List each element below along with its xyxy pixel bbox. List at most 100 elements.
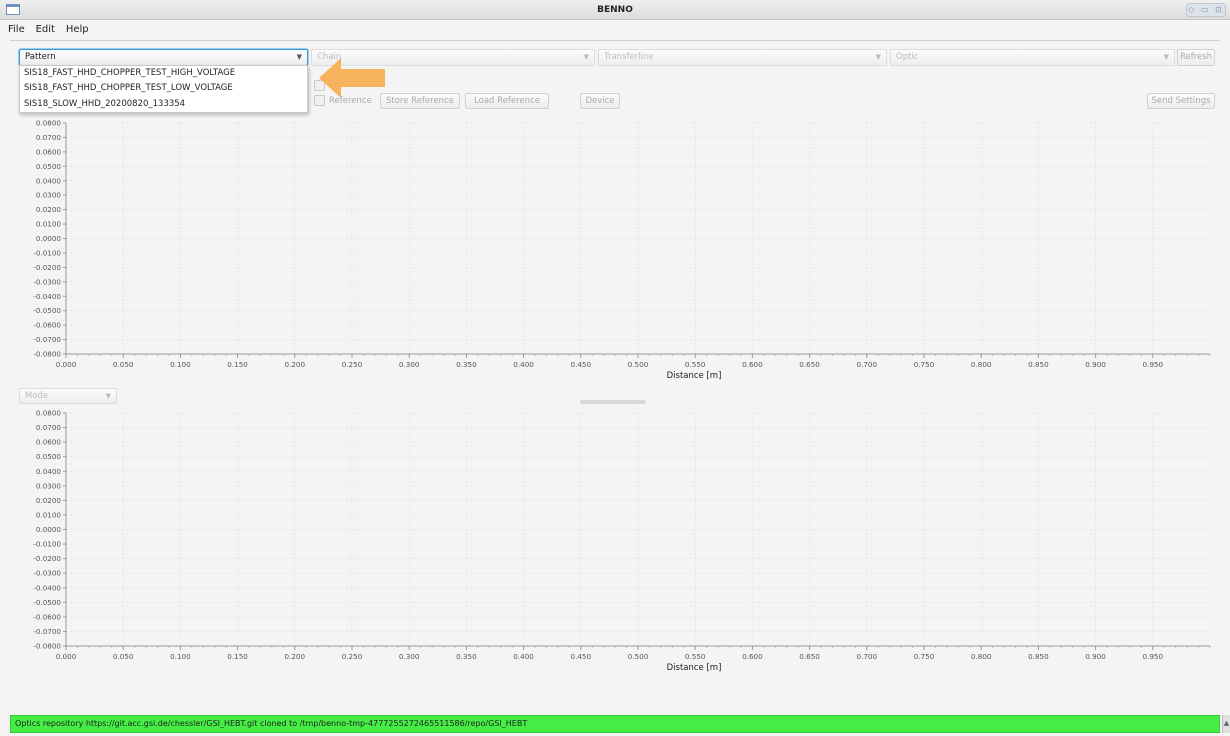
store-reference-button[interactable]: Store Reference — [380, 93, 460, 109]
y-tick-label: 0.0500 — [36, 162, 62, 171]
lower-plot[interactable]: 0.0800 0.0700 0.0600 0.0500 0.0400 0.0300 0.02… — [10, 408, 1220, 680]
x-tick-label: 0.250 — [342, 652, 363, 661]
y-tick-label: 0.0100 — [36, 510, 62, 519]
y-tick-label: -0.0400 — [33, 583, 61, 592]
y-tick-label: 0.0800 — [36, 119, 62, 128]
x-tick-label: 0.750 — [914, 652, 935, 661]
y-tick-label: 0.0000 — [36, 525, 62, 534]
y-tick-label: 0.0400 — [36, 467, 62, 476]
send-settings-button[interactable]: Send Settings — [1147, 93, 1215, 109]
x-tick-label: 0.600 — [742, 652, 763, 661]
pattern-option[interactable]: SIS18_SLOW_HHD_20200820_133354 — [20, 97, 307, 112]
x-tick-label: 0.800 — [971, 360, 992, 369]
y-tick-label: 0.0200 — [36, 205, 62, 214]
x-tick-label: 0.300 — [399, 360, 420, 369]
upper-plot[interactable]: 0.0800 0.0700 0.0600 0.0500 0.0400 0.0300 0.02… — [10, 118, 1220, 388]
menu-edit[interactable]: Edit — [32, 20, 59, 40]
refresh-button[interactable]: Refresh — [1177, 49, 1215, 66]
x-tick-label: 0.800 — [971, 652, 992, 661]
y-tick-label: 0.0300 — [36, 481, 62, 490]
x-tick-label: 0.650 — [799, 360, 820, 369]
x-tick-label: 0.500 — [628, 652, 649, 661]
chevron-down-icon: ▼ — [583, 53, 589, 61]
x-tick-label: 0.550 — [685, 360, 706, 369]
scroll-up-icon[interactable]: ▲ — [1222, 715, 1230, 733]
x-tick-label: 0.650 — [799, 652, 820, 661]
y-tick-label: 0.0600 — [36, 147, 62, 156]
y-tick-label: -0.0300 — [33, 569, 61, 578]
x-tick-label: 0.350 — [456, 360, 477, 369]
lower-chart-svg: 0.0800 0.0700 0.0600 0.0500 0.0400 0.0300 0.02… — [33, 409, 1211, 673]
x-tick-label: 0.150 — [227, 652, 248, 661]
y-tick-label: -0.0600 — [33, 612, 61, 621]
menu-help[interactable]: Help — [62, 20, 93, 40]
y-tick-label: 0.0800 — [36, 409, 62, 418]
pattern-selected: Pattern — [25, 52, 56, 62]
transferline-placeholder: Transferline — [604, 52, 654, 62]
annotation-arrow-icon — [319, 58, 385, 98]
x-axis-title: Distance [m] — [667, 663, 722, 673]
y-tick-label: -0.0500 — [33, 306, 61, 315]
x-tick-label: 0.900 — [1085, 360, 1106, 369]
x-axis-title: Distance [m] — [667, 371, 722, 381]
y-tick-label: 0.0300 — [36, 191, 62, 200]
pattern-combobox[interactable]: Pattern ▼ — [19, 49, 308, 66]
x-tick-label: 0.450 — [571, 652, 592, 661]
x-tick-label: 0.150 — [227, 360, 248, 369]
x-tick-label: 0.100 — [170, 652, 191, 661]
x-tick-label: 0.200 — [285, 360, 306, 369]
split-pane-divider[interactable] — [580, 400, 646, 404]
status-bar: Optics repository https://git.acc.gsi.de… — [10, 715, 1220, 733]
y-tick-label: -0.0200 — [33, 554, 61, 563]
y-tick-label: -0.0500 — [33, 598, 61, 607]
y-tick-label: -0.0300 — [33, 277, 61, 286]
menu-bar: File Edit Help — [0, 20, 1230, 40]
x-tick-label: 0.250 — [342, 360, 363, 369]
optic-placeholder: Optic — [896, 52, 919, 62]
x-tick-label: 0.700 — [857, 652, 878, 661]
x-tick-label: 0.700 — [857, 360, 878, 369]
y-tick-label: -0.0700 — [33, 335, 61, 344]
chevron-down-icon: ▼ — [296, 53, 302, 61]
y-tick-label: -0.0800 — [33, 642, 61, 651]
x-tick-label: 0.400 — [513, 652, 534, 661]
y-tick-label: 0.0600 — [36, 438, 62, 447]
y-tick-label: 0.0100 — [36, 220, 62, 229]
pattern-dropdown-list: SIS18_FAST_HHD_CHOPPER_TEST_HIGH_VOLTAGE… — [19, 65, 308, 113]
chevron-down-icon: ▼ — [105, 392, 111, 400]
y-tick-label: -0.0800 — [33, 350, 61, 359]
pattern-option[interactable]: SIS18_FAST_HHD_CHOPPER_TEST_HIGH_VOLTAGE — [20, 66, 307, 81]
device-button[interactable]: Device — [580, 93, 620, 109]
y-tick-label: -0.0200 — [33, 263, 61, 272]
x-tick-label: 0.550 — [685, 652, 706, 661]
chevron-down-icon: ▼ — [875, 53, 881, 61]
pattern-option[interactable]: SIS18_FAST_HHD_CHOPPER_TEST_LOW_VOLTAGE — [20, 81, 307, 96]
optic-combobox[interactable]: Optic ▼ — [890, 49, 1175, 66]
y-tick-label: 0.0700 — [36, 133, 62, 142]
mode-combobox[interactable]: Mode ▼ — [19, 388, 117, 404]
transferline-combobox[interactable]: Transferline ▼ — [598, 49, 887, 66]
y-tick-label: 0.0400 — [36, 176, 62, 185]
x-tick-label: 0.950 — [1143, 652, 1164, 661]
x-tick-label: 0.600 — [742, 360, 763, 369]
x-tick-label: 0.350 — [456, 652, 477, 661]
window-title: BENNO — [597, 5, 633, 15]
load-reference-button[interactable]: Load Reference — [465, 93, 549, 109]
x-tick-label: 0.100 — [170, 360, 191, 369]
x-tick-label: 0.200 — [285, 652, 306, 661]
y-tick-label: 0.0200 — [36, 496, 62, 505]
upper-chart-svg: 0.0800 0.0700 0.0600 0.0500 0.0400 0.0300 0.02… — [33, 119, 1211, 381]
y-tick-label: 0.0700 — [36, 423, 62, 432]
window-controls[interactable]: ◇ ▭ ⊡ — [1186, 3, 1226, 17]
x-tick-label: 0.900 — [1085, 652, 1106, 661]
title-bar: BENNO ◇ ▭ ⊡ — [0, 0, 1230, 20]
x-tick-label: 0.450 — [571, 360, 592, 369]
y-tick-label: -0.0600 — [33, 321, 61, 330]
x-tick-label: 0.500 — [628, 360, 649, 369]
menu-separator — [10, 40, 1220, 41]
menu-file[interactable]: File — [4, 20, 29, 40]
x-tick-label: 0.400 — [513, 360, 534, 369]
y-tick-label: -0.0400 — [33, 292, 61, 301]
x-tick-label: 0.950 — [1143, 360, 1164, 369]
y-tick-label: -0.0700 — [33, 627, 61, 636]
